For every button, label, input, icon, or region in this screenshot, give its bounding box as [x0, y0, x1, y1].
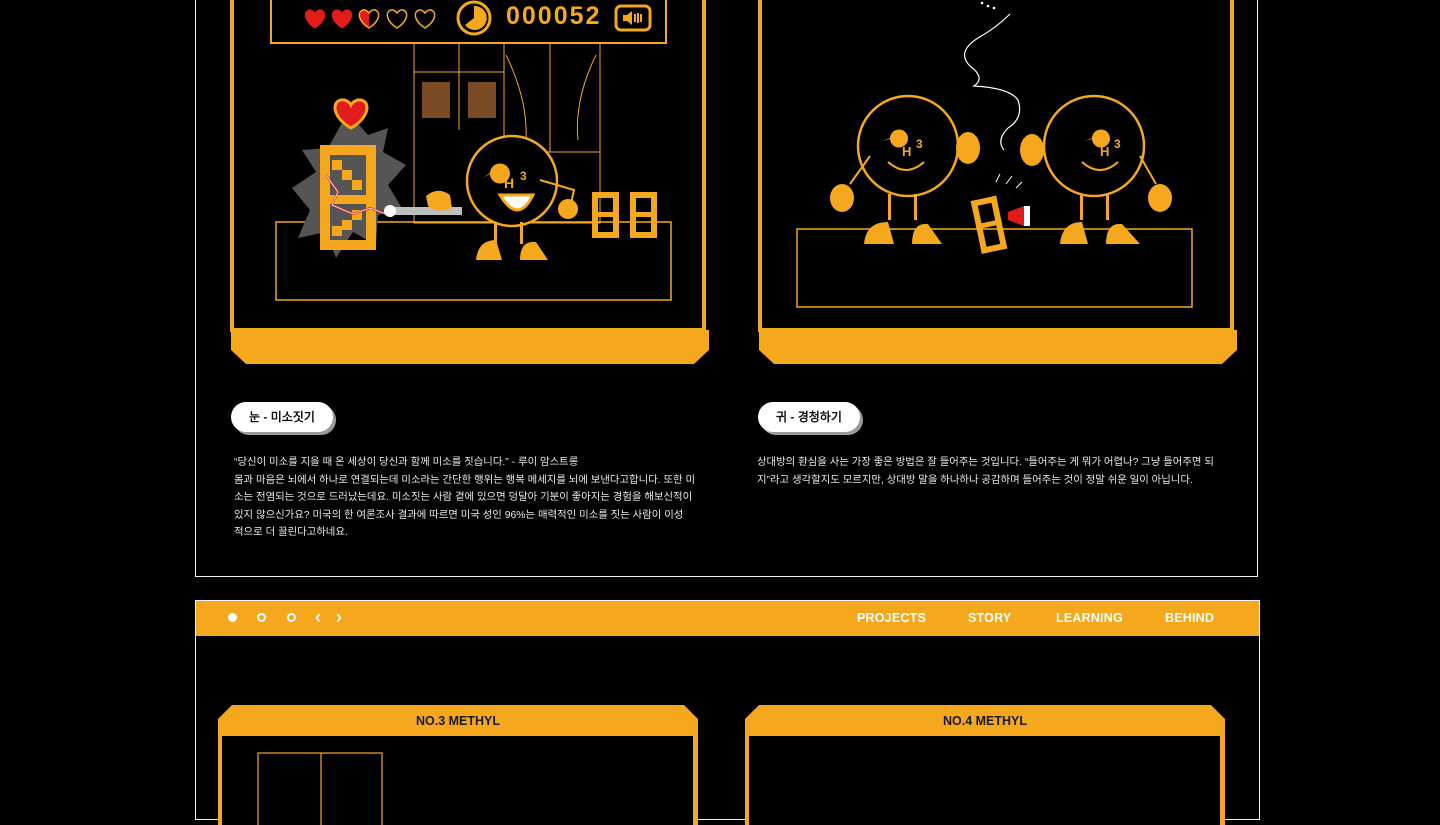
- sound-icon[interactable]: [614, 4, 652, 32]
- svg-text:3: 3: [916, 137, 923, 151]
- text-line: 적으로 더 끌린다고하네요.: [234, 527, 348, 539]
- nav-link-behind[interactable]: BEHIND: [1165, 611, 1214, 625]
- nav-link-story[interactable]: STORY: [968, 611, 1011, 625]
- chevron-right-icon[interactable]: ›: [336, 607, 342, 628]
- methyl-card-4[interactable]: NO.4 METHYL: [745, 705, 1225, 825]
- text-line: 지”라고 생각할지도 모르지만, 상대방 말을 하나하나 공감하며 들어주는 것…: [757, 474, 1193, 486]
- card-text-smile: “당신이 미소를 지을 때 온 세상이 당신과 함께 미소를 짓습니다.” - …: [234, 454, 714, 542]
- svg-text:H: H: [1100, 144, 1109, 159]
- listen-scene-illustration: H 3 H 3: [758, 0, 1237, 364]
- methyl-card-3[interactable]: NO.3 METHYL: [218, 705, 698, 825]
- top-navbar: ‹ › PROJECTS STORY LEARNING BEHIND: [196, 601, 1259, 636]
- svg-text:H: H: [902, 144, 911, 159]
- nav-link-projects[interactable]: PROJECTS: [857, 611, 926, 625]
- game-hud: 000052: [298, 0, 658, 38]
- slide-dot-3[interactable]: [287, 613, 296, 622]
- heart-icon: [304, 9, 436, 29]
- text-line: 상대방의 환심을 사는 가장 좋은 방법은 잘 들어주는 것입니다. “들어주는…: [757, 457, 1214, 468]
- methyl-card-title: NO.3 METHYL: [415, 714, 501, 728]
- card-label-listen: 귀 - 경청하기: [758, 402, 860, 432]
- nav-link-learning[interactable]: LEARNING: [1056, 611, 1123, 625]
- score-counter: 000052: [506, 2, 602, 30]
- hearts-meter: [304, 9, 436, 29]
- chevron-left-icon[interactable]: ‹: [315, 607, 321, 628]
- smile-scene-illustration: H 3: [230, 0, 709, 364]
- slide-dot-1[interactable]: [228, 613, 237, 622]
- svg-text:H: H: [504, 175, 514, 191]
- card-label-smile: 눈 - 미소짓기: [231, 402, 333, 432]
- timer-icon: [456, 0, 492, 36]
- slide-dot-2[interactable]: [257, 613, 266, 622]
- svg-text:3: 3: [1114, 137, 1121, 151]
- text-line: 있지 않으신가요? 미국의 한 여론조사 결과에 따르면 미국 성인 96%는 …: [234, 509, 684, 521]
- text-line: 소는 전염되는 것으로 드러났는데요. 미소짓는 사람 곁에 있으면 덩달아 기…: [234, 492, 693, 504]
- text-line: 몸과 마음은 뇌에서 하나로 연결되는데 미소라는 간단한 행위는 행복 메세지…: [234, 474, 696, 486]
- methyl-card-title: NO.4 METHYL: [942, 714, 1028, 728]
- text-line: “당신이 미소를 지을 때 온 세상이 당신과 함께 미소를 짓습니다.” - …: [234, 457, 579, 468]
- card-text-listen: 상대방의 환심을 사는 가장 좋은 방법은 잘 들어주는 것입니다. “들어주는…: [757, 454, 1237, 489]
- svg-text:3: 3: [520, 169, 527, 183]
